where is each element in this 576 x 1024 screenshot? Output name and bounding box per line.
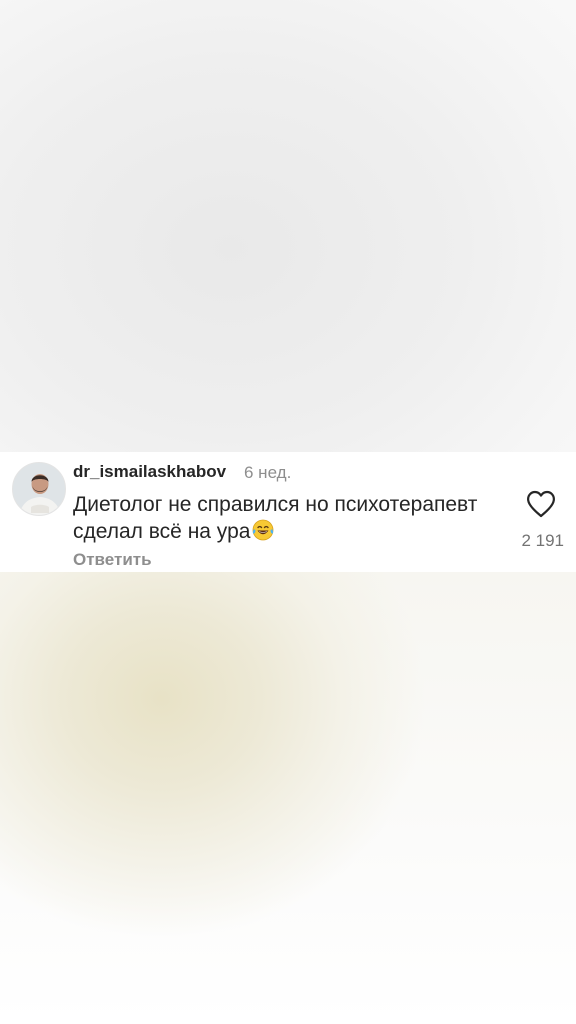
tears-of-joy-emoji-icon (253, 519, 274, 541)
heart-icon (527, 490, 555, 518)
like-count: 2 191 (521, 531, 564, 550)
like-button[interactable] (526, 490, 556, 518)
avatar[interactable] (12, 462, 66, 516)
video-background-bottom (0, 572, 576, 1024)
avatar-person-icon (13, 463, 65, 515)
comment-username[interactable]: dr_ismailaskhabov (73, 462, 226, 482)
video-background-top (0, 0, 576, 452)
reply-button[interactable]: Ответить (73, 550, 152, 570)
comment-timestamp: 6 нед. (244, 463, 292, 482)
comment-text: Диетолог не справился но психотерапевт с… (73, 491, 503, 545)
